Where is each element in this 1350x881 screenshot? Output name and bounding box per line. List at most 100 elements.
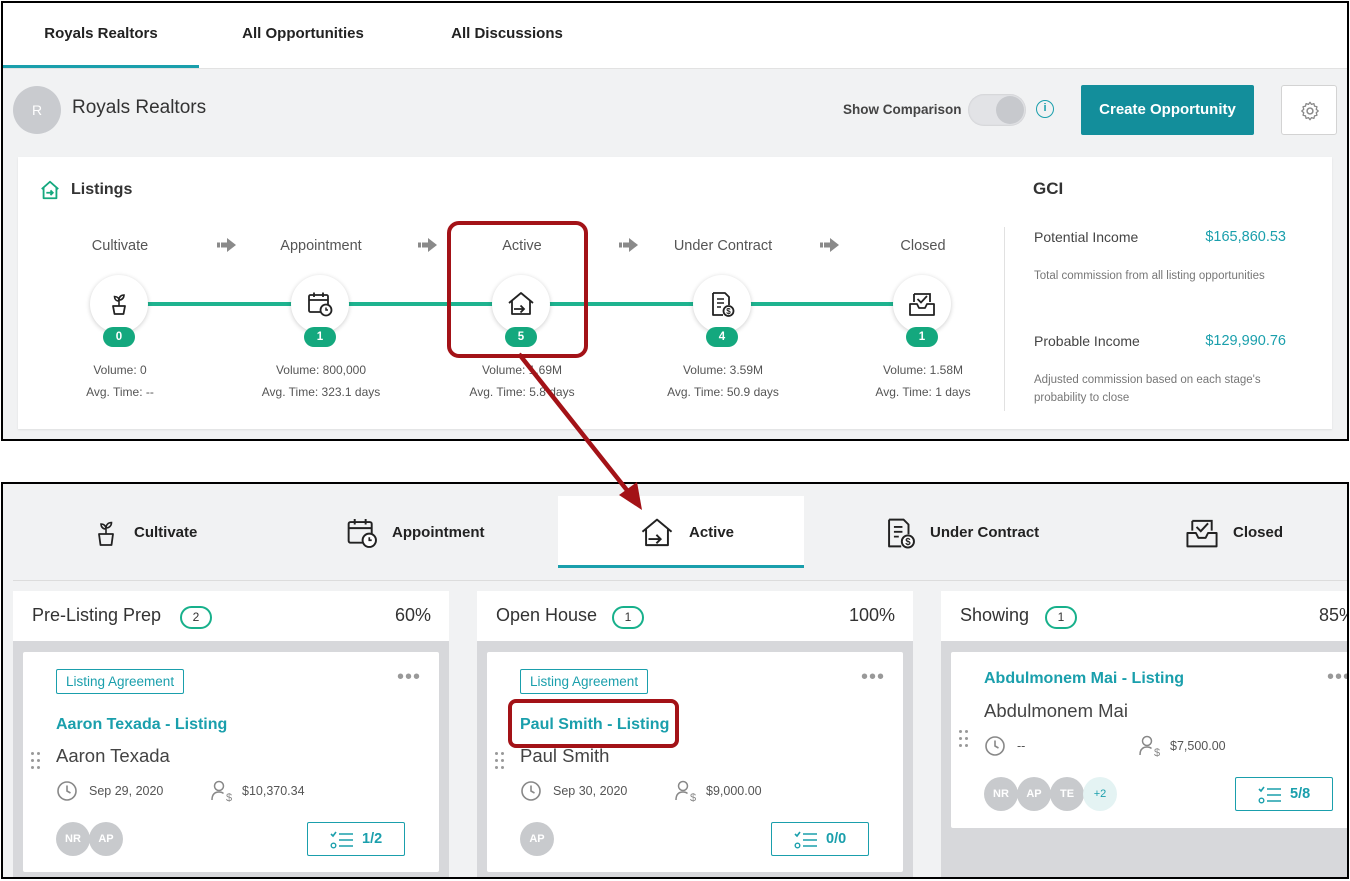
clock-icon: [985, 736, 1005, 756]
more-options-icon[interactable]: •••: [861, 666, 885, 689]
more-options-icon[interactable]: •••: [1327, 666, 1347, 689]
opportunity-card[interactable]: Listing Agreement ••• Aaron Texada - Lis…: [23, 652, 439, 872]
more-options-icon[interactable]: •••: [397, 666, 421, 689]
probable-income-label: Probable Income: [1034, 333, 1140, 349]
create-opportunity-button[interactable]: Create Opportunity: [1081, 85, 1254, 135]
person-dollar-icon: $: [1139, 735, 1160, 758]
card-amount: $7,500.00: [1170, 739, 1226, 753]
card-amount: $10,370.34: [242, 784, 305, 798]
column-count-badge: 1: [1045, 606, 1077, 629]
opportunity-card[interactable]: ••• Abdulmonem Mai - Listing Abdulmonem …: [951, 652, 1347, 828]
stage-tab-closed[interactable]: Closed: [1183, 496, 1303, 568]
stage-tab-label: Appointment: [392, 524, 485, 541]
assignee-avatar[interactable]: AP: [1017, 777, 1051, 811]
stage-name: Cultivate: [91, 238, 149, 254]
show-comparison-toggle[interactable]: [968, 94, 1026, 126]
stage-avg-time: Avg. Time: 323.1 days: [261, 385, 381, 399]
checklist-icon: [794, 831, 817, 849]
stage-tab-under-contract[interactable]: $ Under Contract: [879, 496, 1059, 568]
column-title: Showing: [960, 605, 1030, 625]
stage-name: Appointment: [280, 238, 362, 254]
toggle-knob: [996, 96, 1024, 124]
show-comparison-label: Show Comparison: [843, 102, 962, 117]
stage-count: 1: [304, 327, 336, 347]
tasks-button[interactable]: 1/2: [307, 822, 405, 856]
stage-avg-time: Avg. Time: 50.9 days: [667, 385, 779, 399]
stage-tab-cultivate[interactable]: Cultivate: [87, 496, 237, 568]
stage-volume: Volume: 0: [93, 363, 147, 377]
person-dollar-icon: $: [675, 780, 696, 803]
gci-title: GCI: [1033, 179, 1064, 198]
stage-tab-label: Cultivate: [134, 524, 198, 541]
calendar-clock-icon: [308, 292, 333, 317]
checklist-icon: [330, 831, 353, 849]
svg-text:$: $: [226, 792, 232, 803]
tab-royals-realtors[interactable]: Royals Realtors: [3, 3, 199, 68]
stage-circle[interactable]: [291, 275, 349, 333]
drag-handle-icon[interactable]: [31, 752, 41, 770]
potential-income-label: Potential Income: [1034, 229, 1139, 245]
plant-icon: [98, 521, 114, 546]
stage-avg-time: Avg. Time: --: [86, 385, 154, 399]
overview-panel: Royals Realtors All Opportunities All Di…: [1, 1, 1349, 441]
opportunity-card[interactable]: Listing Agreement ••• Paul Smith - Listi…: [487, 652, 903, 872]
stage-volume: Volume: 1.58M: [882, 363, 964, 377]
clock-icon: [521, 781, 541, 801]
tasks-count: 1/2: [362, 831, 383, 847]
more-assignees-badge[interactable]: +2: [1083, 777, 1117, 811]
card-tag: Listing Agreement: [520, 669, 649, 694]
assignee-avatar[interactable]: NR: [56, 822, 90, 856]
column-title: Pre-Listing Prep: [32, 605, 162, 625]
svg-text:$: $: [726, 307, 731, 316]
pipeline-column-open-house: Open House 1 100% Listing Agreement ••• …: [477, 591, 913, 877]
card-contact-name: Abdulmonem Mai: [984, 700, 1128, 721]
drag-handle-icon[interactable]: [959, 730, 969, 748]
stage-avg-time: Avg. Time: 5.8 days: [469, 385, 575, 399]
settings-button[interactable]: [1281, 85, 1337, 135]
tab-all-discussions[interactable]: All Discussions: [421, 3, 593, 67]
stage-tab-active[interactable]: Active: [558, 496, 804, 568]
listings-title: Listings: [71, 181, 133, 198]
tasks-count: 5/8: [1290, 786, 1311, 802]
card-contact-name: Paul Smith: [520, 745, 610, 766]
card-amount: $9,000.00: [706, 784, 762, 798]
stage-circle[interactable]: [90, 275, 148, 333]
stage-tab-label: Active: [689, 524, 735, 541]
card-title-link[interactable]: Abdulmonem Mai - Listing: [984, 670, 1184, 688]
card-title-link[interactable]: Paul Smith - Listing: [520, 716, 669, 734]
stage-name: Active: [502, 238, 542, 254]
tasks-button[interactable]: 0/0: [771, 822, 869, 856]
probable-income-value: $129,990.76: [1205, 333, 1286, 349]
pipeline-column-pre-listing-prep: Pre-Listing Prep 2 60% Listing Agreement…: [13, 591, 449, 877]
card-date: Sep 29, 2020: [89, 784, 164, 798]
column-probability: 85%: [1318, 605, 1347, 625]
svg-text:$: $: [905, 537, 911, 548]
stage-avg-time: Avg. Time: 1 days: [875, 385, 971, 399]
plant-icon: [112, 294, 126, 315]
assignee-avatar[interactable]: TE: [1050, 777, 1084, 811]
assignee-avatar[interactable]: NR: [984, 777, 1018, 811]
tasks-count: 0/0: [826, 831, 847, 847]
stage-volume: Volume: 3.59M: [682, 363, 764, 377]
checklist-icon: [1258, 786, 1281, 804]
stage-count: 4: [706, 327, 738, 347]
info-icon[interactable]: i: [1036, 100, 1054, 118]
stage-circle[interactable]: $: [693, 275, 751, 333]
contract-dollar-icon: $: [712, 292, 735, 317]
pipeline-column-showing: Showing 1 85% ••• Abdulmonem Mai - Listi…: [941, 591, 1347, 877]
card-title-link[interactable]: Aaron Texada - Listing: [56, 716, 227, 734]
stage-circle[interactable]: [492, 275, 550, 333]
tab-all-opportunities[interactable]: All Opportunities: [211, 3, 395, 67]
drag-handle-icon[interactable]: [495, 752, 505, 770]
house-arrow-icon: [508, 292, 534, 315]
org-name: Royals Realtors: [72, 97, 207, 118]
column-probability: 100%: [848, 605, 895, 625]
tasks-button[interactable]: 5/8: [1235, 777, 1333, 811]
assignee-avatar[interactable]: AP: [89, 822, 123, 856]
stage-tab-appointment[interactable]: Appointment: [341, 496, 511, 568]
stage-name: Closed: [900, 238, 946, 254]
gci-divider: [1004, 227, 1005, 411]
stage-circle[interactable]: [893, 275, 951, 333]
assignee-avatar[interactable]: AP: [520, 822, 554, 856]
house-arrow-icon: [641, 518, 673, 547]
